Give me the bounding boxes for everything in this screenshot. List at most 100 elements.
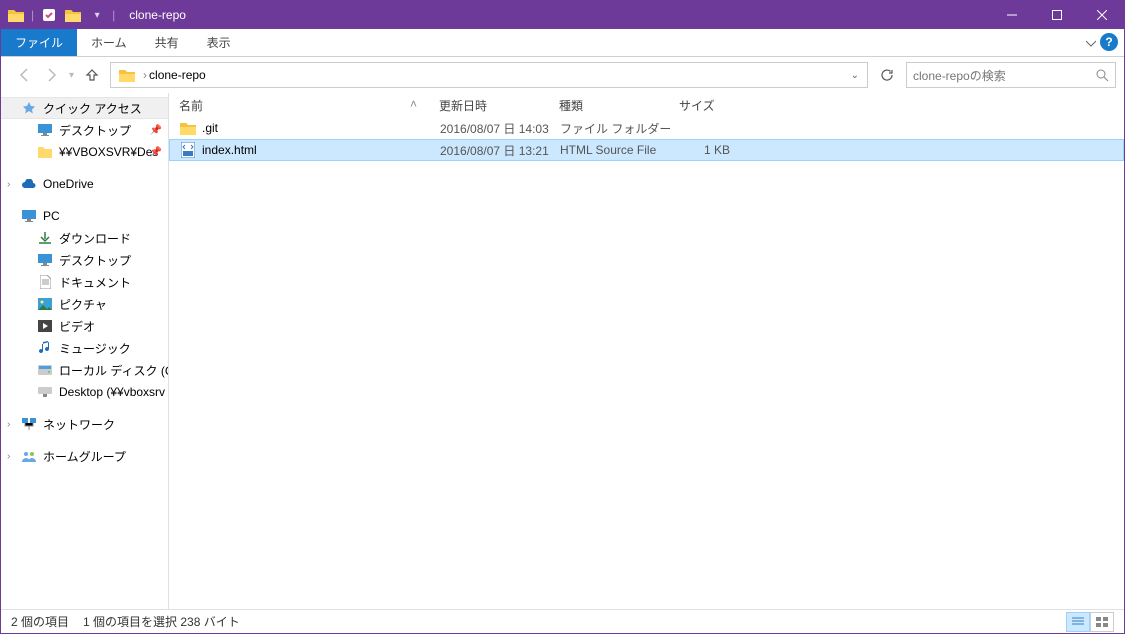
address-bar[interactable]: › clone-repo ⌄ (110, 62, 868, 88)
desktop-icon (37, 252, 53, 268)
ribbon-tabs: ファイル ホーム 共有 表示 ? (1, 29, 1124, 57)
sidebar-desktop[interactable]: デスクトップ 📌 (1, 119, 168, 141)
file-rows: .git2016/08/07 日 14:03ファイル フォルダーindex.ht… (169, 117, 1124, 609)
icons-view-button[interactable] (1090, 612, 1114, 632)
help-icon[interactable]: ? (1100, 33, 1118, 51)
html-file-icon (180, 142, 196, 158)
status-selection: 1 個の項目を選択 238 バイト (83, 613, 240, 630)
file-list-pane: 名前 ˄ 更新日時 種類 サイズ .git2016/08/07 日 14:03フ… (169, 93, 1124, 609)
explorer-body: クイック アクセス デスクトップ 📌 ¥¥VBOXSVR¥Des 📌 › One… (1, 93, 1124, 609)
details-view-button[interactable] (1066, 612, 1090, 632)
navigation-pane: クイック アクセス デスクトップ 📌 ¥¥VBOXSVR¥Des 📌 › One… (1, 93, 169, 609)
tab-file[interactable]: ファイル (1, 29, 77, 56)
column-type[interactable]: 種類 (549, 97, 669, 114)
pc-icon (21, 208, 37, 224)
address-dropdown-icon[interactable]: ⌄ (851, 70, 859, 81)
column-name-label: 名前 (179, 99, 203, 113)
sidebar-desktop-pc[interactable]: デスクトップ (1, 249, 168, 271)
sidebar-downloads[interactable]: ダウンロード (1, 227, 168, 249)
sidebar-quick-access[interactable]: クイック アクセス (1, 97, 168, 119)
sidebar-pictures[interactable]: ピクチャ (1, 293, 168, 315)
tab-view[interactable]: 表示 (193, 29, 245, 56)
pc-label: PC (43, 209, 60, 223)
status-item-count: 2 個の項目 (11, 613, 69, 630)
desktop-icon (37, 122, 53, 138)
pin-icon: 📌 (150, 125, 162, 136)
videos-label: ビデオ (59, 318, 95, 335)
column-size[interactable]: サイズ (669, 97, 739, 114)
qat-separator: | (31, 8, 34, 22)
app-folder-icon (5, 4, 27, 26)
downloads-label: ダウンロード (59, 230, 131, 247)
sort-indicator-icon: ˄ (410, 97, 417, 111)
expand-caret-icon[interactable]: › (7, 451, 10, 462)
document-icon (37, 274, 53, 290)
homegroup-icon (21, 448, 37, 464)
address-folder-icon (117, 65, 137, 85)
search-box[interactable]: clone-repoの検索 (906, 62, 1116, 88)
sidebar-music[interactable]: ミュージック (1, 337, 168, 359)
status-bar: 2 個の項目 1 個の項目を選択 238 バイト (1, 609, 1124, 633)
cell-date: 2016/08/07 日 14:03 (430, 120, 550, 137)
disk-icon (37, 362, 53, 378)
properties-icon[interactable] (38, 4, 60, 26)
sidebar-vbox[interactable]: ¥¥VBOXSVR¥Des 📌 (1, 141, 168, 163)
sidebar-documents[interactable]: ドキュメント (1, 271, 168, 293)
qat-dropdown-icon[interactable]: ▾ (86, 4, 108, 26)
column-name[interactable]: 名前 ˄ (169, 97, 429, 114)
close-button[interactable] (1079, 1, 1124, 29)
column-date[interactable]: 更新日時 (429, 97, 549, 114)
cell-type: HTML Source File (550, 143, 670, 157)
crumb-separator-icon[interactable]: › (143, 68, 147, 82)
file-row[interactable]: .git2016/08/07 日 14:03ファイル フォルダー (169, 117, 1124, 139)
sidebar-onedrive[interactable]: › OneDrive (1, 173, 168, 195)
refresh-button[interactable] (874, 62, 900, 88)
maximize-button[interactable] (1034, 1, 1079, 29)
sidebar-net-desktop[interactable]: Desktop (¥¥vboxsrv (1, 381, 168, 403)
cloud-icon (21, 176, 37, 192)
tab-home[interactable]: ホーム (77, 29, 141, 56)
file-row[interactable]: index.html2016/08/07 日 13:21HTML Source … (169, 139, 1124, 161)
star-icon (21, 100, 37, 116)
net-desktop-label: Desktop (¥¥vboxsrv (59, 385, 165, 399)
view-switcher (1066, 612, 1114, 632)
recent-locations-icon[interactable]: ▾ (69, 70, 74, 81)
local-disk-label: ローカル ディスク (C:) (59, 362, 169, 379)
tab-share[interactable]: 共有 (141, 29, 193, 56)
expand-caret-icon[interactable]: › (7, 179, 10, 190)
sidebar-videos[interactable]: ビデオ (1, 315, 168, 337)
cell-size: 1 KB (670, 143, 740, 157)
vbox-label: ¥¥VBOXSVR¥Des (59, 145, 158, 159)
qat-separator-2: | (112, 8, 115, 22)
network-icon (21, 416, 37, 432)
music-icon (37, 340, 53, 356)
sidebar-homegroup[interactable]: › ホームグループ (1, 445, 168, 467)
file-name: .git (202, 121, 218, 135)
forward-button[interactable] (43, 67, 59, 83)
window-controls (989, 1, 1124, 29)
network-drive-icon (37, 384, 53, 400)
search-placeholder: clone-repoの検索 (913, 67, 1006, 84)
navigation-bar: ▾ › clone-repo ⌄ clone-repoの検索 (1, 57, 1124, 93)
sidebar-pc[interactable]: PC (1, 205, 168, 227)
folder-icon (180, 120, 196, 136)
window-title: clone-repo (129, 8, 989, 22)
sidebar-local-disk[interactable]: ローカル ディスク (C:) (1, 359, 168, 381)
desktop-label: デスクトップ (59, 122, 131, 139)
title-bar: | ▾ | clone-repo (1, 1, 1124, 29)
minimize-button[interactable] (989, 1, 1034, 29)
sidebar-network[interactable]: › ネットワーク (1, 413, 168, 435)
ribbon-expand-icon[interactable] (1086, 29, 1096, 57)
search-icon (1096, 69, 1109, 82)
download-icon (37, 230, 53, 246)
up-button[interactable] (84, 67, 100, 83)
back-button[interactable] (17, 67, 33, 83)
video-icon (37, 318, 53, 334)
breadcrumb-current[interactable]: clone-repo (149, 68, 206, 82)
file-name: index.html (202, 143, 257, 157)
expand-caret-icon[interactable]: › (7, 419, 10, 430)
documents-label: ドキュメント (59, 274, 131, 291)
nav-arrows: ▾ (9, 67, 104, 83)
network-label: ネットワーク (43, 416, 115, 433)
new-folder-icon[interactable] (62, 4, 84, 26)
